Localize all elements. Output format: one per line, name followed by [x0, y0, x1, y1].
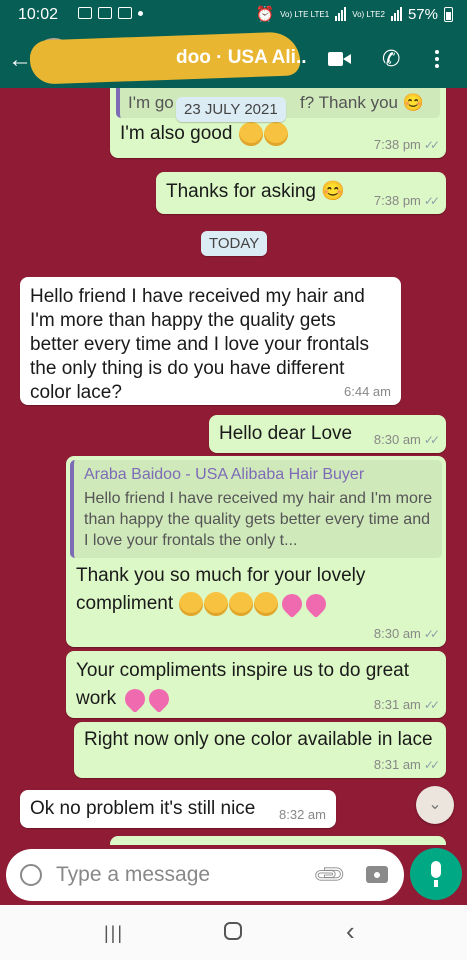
smiling-hearts-emoji-icon [238, 122, 263, 146]
message-text: Right now only one color available in la… [84, 729, 433, 750]
back-arrow-icon[interactable]: ← [8, 46, 32, 74]
lte1-label: Vo) LTE LTE1 [280, 9, 330, 19]
message-input[interactable]: Type a message [56, 863, 210, 887]
recent-apps-icon[interactable]: ||| [104, 923, 124, 944]
message-time: 8:31 am ✓✓ [373, 697, 440, 712]
message-time: 8:32 am [279, 807, 326, 822]
today-label: TODAY [201, 231, 268, 256]
message-text: Thanks for asking 😊 [166, 181, 345, 202]
message-time: 8:30 am ✓✓ [373, 432, 440, 447]
quoted-text: Hello friend I have received my hair and… [84, 490, 433, 549]
signal1-icon [335, 7, 347, 21]
message-bubble-out[interactable]: Thanks for asking 😊 7:38 pm ✓✓ [156, 172, 446, 214]
chat-header: ← doo · USA Ali.. ✆ [0, 30, 467, 88]
message-bubble-out[interactable]: Your compliments inspire us to do great … [66, 651, 446, 718]
emoji-icon[interactable] [20, 864, 42, 886]
message-bubble-in[interactable]: Hello friend I have received my hair and… [20, 277, 401, 405]
read-ticks-icon: ✓✓ [423, 758, 440, 772]
heart-eyes-emoji-icon [229, 591, 254, 616]
message-bubble-out-partial[interactable] [110, 836, 446, 845]
message-bubble-out[interactable]: Right now only one color available in la… [74, 722, 446, 778]
read-ticks-icon: ✓✓ [423, 433, 440, 447]
chat-area[interactable]: I'm go f? Thank you 😊 I'm also good 7:38… [0, 88, 467, 845]
scroll-down-icon[interactable]: ⌄ [416, 786, 454, 824]
battery-level: 57% [407, 5, 438, 23]
notification-icons [78, 7, 143, 19]
camera-icon[interactable] [366, 866, 388, 883]
read-ticks-icon: ✓✓ [423, 698, 440, 712]
read-ticks-icon: ✓✓ [423, 627, 440, 641]
gallery-icon [78, 7, 92, 19]
message-text: I'm also good [120, 122, 288, 146]
message-text: Thank you so much for your lovely compli… [76, 562, 432, 619]
message-text: Hello dear Love [219, 423, 353, 444]
sparkling-heart-icon [302, 589, 331, 619]
system-nav-bar: ||| ‹ [0, 905, 467, 960]
smiling-hearts-emoji-icon [204, 591, 229, 616]
message-time: 6:44 am [344, 384, 391, 399]
sparkling-heart-icon [278, 589, 307, 619]
message-time: 8:31 am ✓✓ [373, 757, 440, 772]
message-bubble-in[interactable]: Ok no problem it's still nice 8:32 am [20, 790, 336, 828]
smiling-hearts-emoji-icon [263, 122, 288, 146]
quoted-message[interactable]: Araba Baidoo - USA Alibaba Hair Buyer He… [70, 460, 442, 558]
lte2-label: Vo) LTE2 [352, 9, 385, 19]
smiling-hearts-emoji-icon [179, 591, 204, 616]
mic-icon[interactable] [410, 848, 462, 900]
signal2-icon [390, 7, 402, 21]
more-notifications-icon [138, 11, 143, 16]
phone-icon[interactable]: ✆ [382, 46, 400, 72]
message-field[interactable]: Type a message 📎︎ [6, 849, 404, 901]
read-ticks-icon: ✓✓ [423, 194, 440, 208]
message-text: Ok no problem it's still nice [30, 798, 256, 819]
linkedin-icon [118, 7, 132, 19]
menu-icon[interactable] [435, 47, 441, 71]
alarm-icon: ⏰ [255, 6, 275, 23]
status-right: ⏰ Vo) LTE LTE1 Vo) LTE2 57% [255, 5, 453, 23]
message-bubble-out[interactable]: Araba Baidoo - USA Alibaba Hair Buyer He… [66, 456, 446, 647]
image-icon [98, 7, 112, 19]
read-ticks-icon: ✓✓ [423, 138, 440, 152]
heart-eyes-emoji-icon [254, 591, 279, 616]
back-nav-icon[interactable]: ‹ [346, 916, 355, 947]
quoted-sender: Araba Baidoo - USA Alibaba Hair Buyer [84, 466, 365, 483]
date-overlay: 23 JULY 2021 [176, 97, 286, 122]
status-time: 10:02 [18, 6, 59, 23]
message-text: Hello friend I have received my hair and… [30, 286, 369, 403]
revolving-hearts-icon [121, 684, 150, 714]
quoted-text-right: f? Thank you 😊 [300, 93, 424, 112]
message-bubble-out[interactable]: Hello dear Love 8:30 am ✓✓ [209, 415, 446, 453]
message-time: 8:30 am ✓✓ [373, 626, 440, 641]
message-time: 7:38 pm ✓✓ [373, 193, 440, 208]
battery-icon [444, 6, 453, 22]
message-time: 7:38 pm ✓✓ [373, 137, 440, 152]
message-input-bar: Type a message 📎︎ [0, 845, 467, 905]
status-bar: 10:02 ⏰ Vo) LTE LTE1 Vo) LTE2 57% [0, 0, 467, 30]
home-icon[interactable] [224, 922, 242, 940]
video-call-icon[interactable] [328, 52, 351, 66]
contact-name[interactable]: doo · USA Ali.. [176, 47, 307, 69]
revolving-hearts-icon [145, 684, 174, 714]
attach-icon[interactable]: 📎︎ [311, 856, 349, 894]
